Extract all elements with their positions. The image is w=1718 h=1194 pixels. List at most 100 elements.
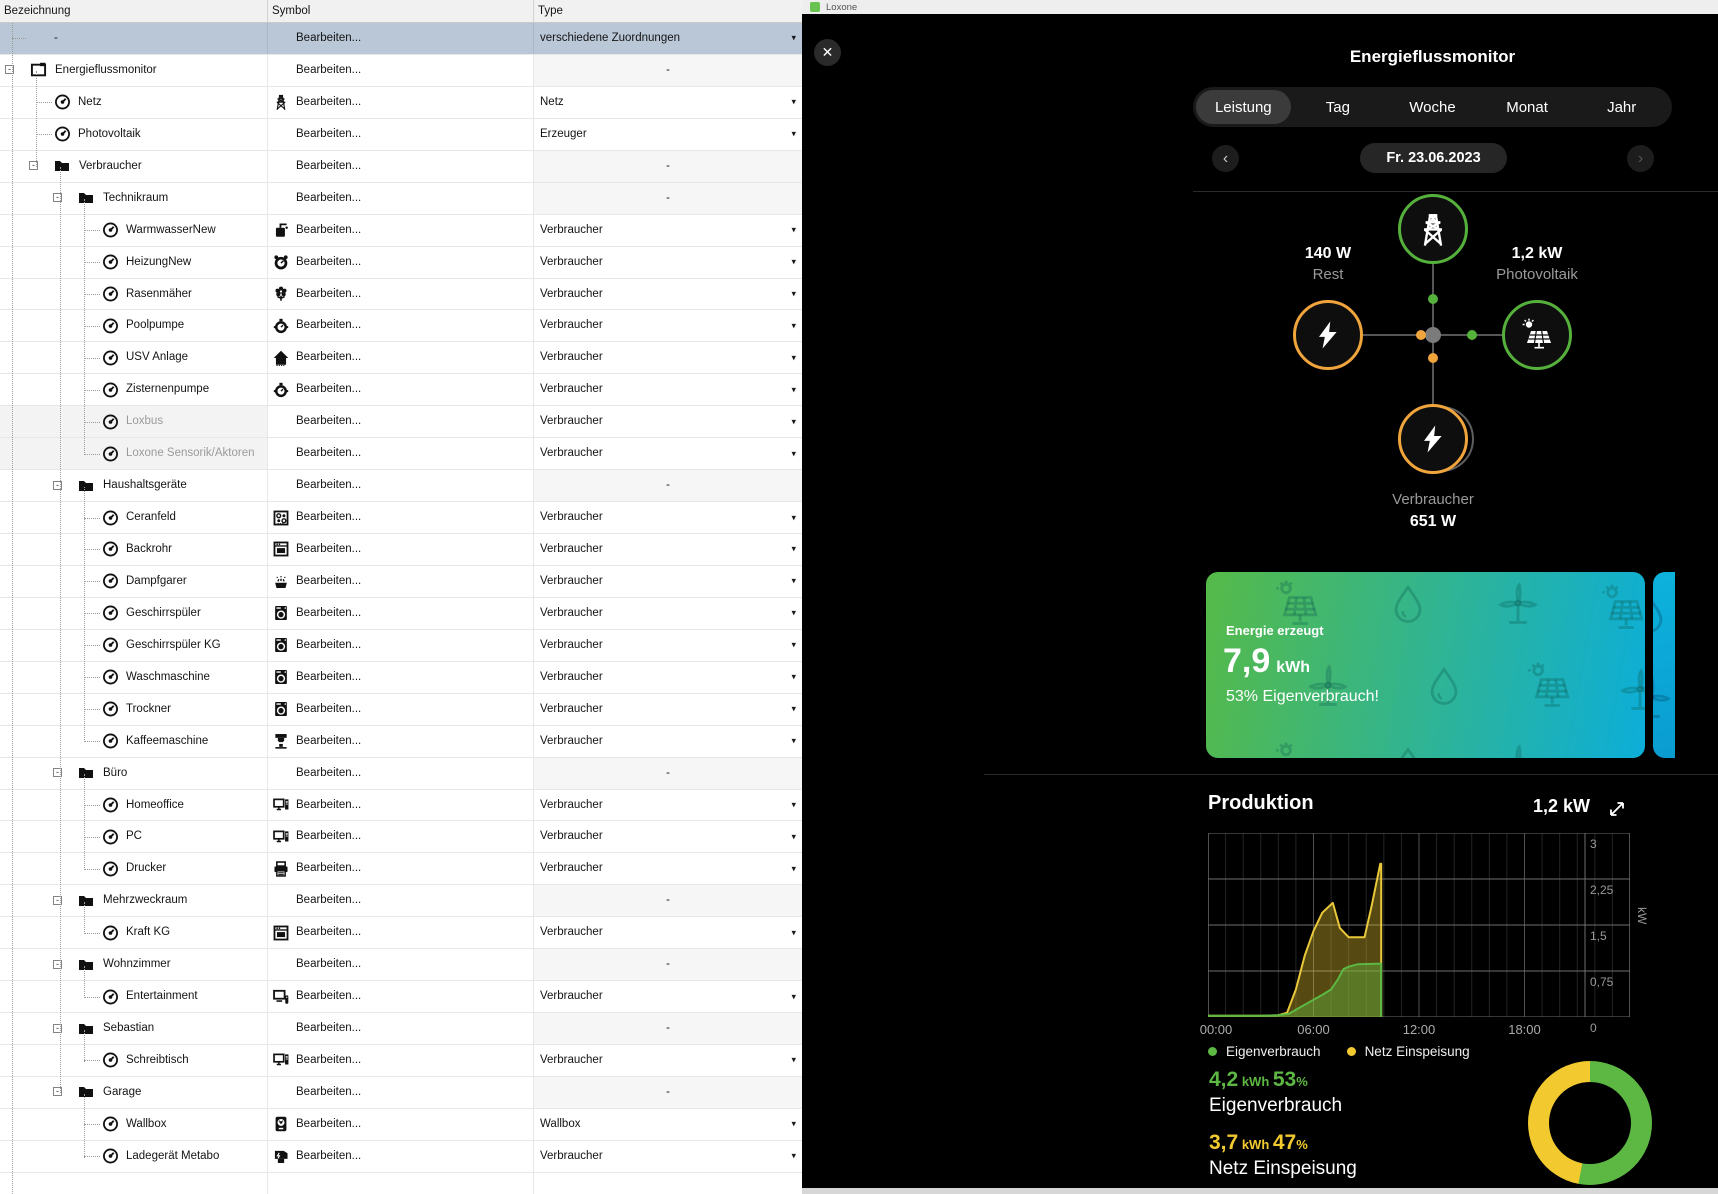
edit-symbol-link[interactable]: Bearbeiten...	[296, 694, 361, 726]
edit-symbol-link[interactable]: Bearbeiten...	[296, 151, 361, 183]
edit-symbol-link[interactable]: Bearbeiten...	[296, 917, 361, 949]
table-row[interactable]: Dampfgarer Bearbeiten... Verbraucher ▾	[0, 565, 802, 598]
type-dropdown-icon[interactable]: ▾	[791, 544, 796, 555]
edit-symbol-link[interactable]: Bearbeiten...	[296, 183, 361, 215]
edit-symbol-link[interactable]: Bearbeiten...	[296, 87, 361, 119]
flow-node-rest[interactable]	[1293, 300, 1363, 370]
table-row[interactable]: Poolpumpe Bearbeiten... Verbraucher ▾	[0, 310, 802, 343]
edit-symbol-link[interactable]: Bearbeiten...	[296, 406, 361, 438]
date-selector[interactable]: Fr. 23.06.2023	[1360, 143, 1507, 173]
edit-symbol-link[interactable]: Bearbeiten...	[296, 1109, 361, 1141]
table-row[interactable]: WarmwasserNew Bearbeiten... Verbraucher ▾	[0, 214, 802, 247]
table-row[interactable]: Kaffeemaschine Bearbeiten... Verbraucher…	[0, 725, 802, 758]
type-dropdown-icon[interactable]: ▾	[791, 257, 796, 268]
edit-symbol-link[interactable]: Bearbeiten...	[296, 1045, 361, 1077]
table-row[interactable]: Zisternenpumpe Bearbeiten... Verbraucher…	[0, 374, 802, 407]
edit-symbol-link[interactable]: Bearbeiten...	[296, 758, 361, 790]
type-dropdown-icon[interactable]: ▾	[791, 448, 796, 459]
edit-symbol-link[interactable]: Bearbeiten...	[296, 23, 361, 55]
type-dropdown-icon[interactable]: ▾	[791, 288, 796, 299]
type-dropdown-icon[interactable]: ▾	[791, 33, 796, 44]
edit-symbol-link[interactable]: Bearbeiten...	[296, 247, 361, 279]
table-row[interactable]: - Mehrzweckraum Bearbeiten... -	[0, 885, 802, 918]
type-dropdown-icon[interactable]: ▾	[791, 799, 796, 810]
table-row[interactable]: Geschirrspüler KG Bearbeiten... Verbrauc…	[0, 629, 802, 662]
expand-chart-button[interactable]	[1606, 798, 1628, 825]
edit-symbol-link[interactable]: Bearbeiten...	[296, 215, 361, 247]
edit-symbol-link[interactable]: Bearbeiten...	[296, 119, 361, 151]
table-row[interactable]: Ladegerät Metabo Bearbeiten... Verbrauch…	[0, 1140, 802, 1173]
edit-symbol-link[interactable]: Bearbeiten...	[296, 949, 361, 981]
type-dropdown-icon[interactable]: ▾	[791, 927, 796, 938]
table-row[interactable]: Schreibtisch Bearbeiten... Verbraucher ▾	[0, 1045, 802, 1077]
edit-symbol-link[interactable]: Bearbeiten...	[296, 566, 361, 598]
edit-symbol-link[interactable]: Bearbeiten...	[296, 1077, 361, 1109]
table-row[interactable]: USV Anlage Bearbeiten... Verbraucher ▾	[0, 342, 802, 375]
type-dropdown-icon[interactable]: ▾	[791, 320, 796, 331]
edit-symbol-link[interactable]: Bearbeiten...	[296, 726, 361, 758]
edit-symbol-link[interactable]: Bearbeiten...	[296, 1141, 361, 1173]
type-dropdown-icon[interactable]: ▾	[791, 225, 796, 236]
table-row[interactable]: HeizungNew Bearbeiten... Verbraucher ▾	[0, 246, 802, 279]
type-dropdown-icon[interactable]: ▾	[791, 1055, 796, 1066]
type-dropdown-icon[interactable]: ▾	[791, 1151, 796, 1162]
type-dropdown-icon[interactable]: ▾	[791, 831, 796, 842]
table-row[interactable]: Kraft KG Bearbeiten... Verbraucher ▾	[0, 917, 802, 950]
table-row[interactable]: Photovoltaik Bearbeiten... Erzeuger ▾	[0, 118, 802, 151]
type-dropdown-icon[interactable]: ▾	[791, 704, 796, 715]
tab-jahr[interactable]: Jahr	[1574, 90, 1669, 124]
edit-symbol-link[interactable]: Bearbeiten...	[296, 821, 361, 853]
type-dropdown-icon[interactable]: ▾	[791, 384, 796, 395]
table-row[interactable]: Drucker Bearbeiten... Verbraucher ▾	[0, 853, 802, 886]
type-dropdown-icon[interactable]: ▾	[791, 1119, 796, 1130]
edit-symbol-link[interactable]: Bearbeiten...	[296, 279, 361, 311]
table-row[interactable]: Backrohr Bearbeiten... Verbraucher ▾	[0, 534, 802, 566]
flow-node-grid[interactable]	[1398, 194, 1468, 264]
edit-symbol-link[interactable]: Bearbeiten...	[296, 598, 361, 630]
edit-symbol-link[interactable]: Bearbeiten...	[296, 342, 361, 374]
edit-symbol-link[interactable]: Bearbeiten...	[296, 470, 361, 502]
type-dropdown-icon[interactable]: ▾	[791, 736, 796, 747]
close-button[interactable]: ✕	[814, 39, 841, 66]
table-row[interactable]: Ceranfeld Bearbeiten... Verbraucher ▾	[0, 502, 802, 534]
table-row[interactable]: - Energieflussmonitor Bearbeiten... -	[0, 54, 802, 87]
edit-symbol-link[interactable]: Bearbeiten...	[296, 630, 361, 662]
col-header-bezeichnung[interactable]: Bezeichnung	[0, 0, 268, 22]
table-row[interactable]: Homeoffice Bearbeiten... Verbraucher ▾	[0, 789, 802, 822]
tab-monat[interactable]: Monat	[1480, 90, 1575, 124]
table-row[interactable]: PC Bearbeiten... Verbraucher ▾	[0, 821, 802, 854]
table-row[interactable]: - Verbraucher Bearbeiten... -	[0, 150, 802, 183]
col-header-symbol[interactable]: Symbol	[268, 0, 534, 22]
edit-symbol-link[interactable]: Bearbeiten...	[296, 885, 361, 917]
type-dropdown-icon[interactable]: ▾	[791, 97, 796, 108]
table-row[interactable]: Netz Bearbeiten... Netz ▾	[0, 86, 802, 119]
table-row[interactable]: - Bearbeiten... verschiedene Zuordnungen…	[0, 23, 802, 55]
date-prev-button[interactable]: ‹	[1212, 145, 1239, 172]
date-next-button[interactable]: ›	[1627, 145, 1654, 172]
edit-symbol-link[interactable]: Bearbeiten...	[296, 981, 361, 1013]
tab-woche[interactable]: Woche	[1385, 90, 1480, 124]
edit-symbol-link[interactable]: Bearbeiten...	[296, 55, 361, 87]
edit-symbol-link[interactable]: Bearbeiten...	[296, 374, 361, 406]
type-dropdown-icon[interactable]: ▾	[791, 576, 796, 587]
table-row[interactable]: - Sebastian Bearbeiten... -	[0, 1013, 802, 1045]
table-row[interactable]: - Garage Bearbeiten... -	[0, 1076, 802, 1109]
edit-symbol-link[interactable]: Bearbeiten...	[296, 1013, 361, 1045]
table-row[interactable]: Loxbus Bearbeiten... Verbraucher ▾	[0, 406, 802, 439]
type-dropdown-icon[interactable]: ▾	[791, 863, 796, 874]
edit-symbol-link[interactable]: Bearbeiten...	[296, 310, 361, 342]
table-row[interactable]: - Technikraum Bearbeiten... -	[0, 182, 802, 215]
type-dropdown-icon[interactable]: ▾	[791, 608, 796, 619]
type-dropdown-icon[interactable]: ▾	[791, 352, 796, 363]
type-dropdown-icon[interactable]: ▾	[791, 640, 796, 651]
flow-node-verbraucher[interactable]	[1398, 404, 1468, 474]
edit-symbol-link[interactable]: Bearbeiten...	[296, 662, 361, 694]
table-row[interactable]: - Haushaltsgeräte Bearbeiten... -	[0, 470, 802, 503]
energy-generated-card[interactable]: Energie erzeugt 7,9 kWh 53% Eigenverbrauc…	[1206, 572, 1645, 758]
app-titlebar[interactable]: Loxone	[802, 0, 1718, 14]
table-row[interactable]: Trockner Bearbeiten... Verbraucher ▾	[0, 693, 802, 726]
table-row[interactable]: Rasenmäher Bearbeiten... Verbraucher ▾	[0, 278, 802, 311]
table-row[interactable]: Geschirrspüler Bearbeiten... Verbraucher…	[0, 597, 802, 630]
tab-leistung[interactable]: Leistung	[1196, 90, 1291, 124]
table-row[interactable]: Wallbox Bearbeiten... Wallbox ▾	[0, 1108, 802, 1141]
